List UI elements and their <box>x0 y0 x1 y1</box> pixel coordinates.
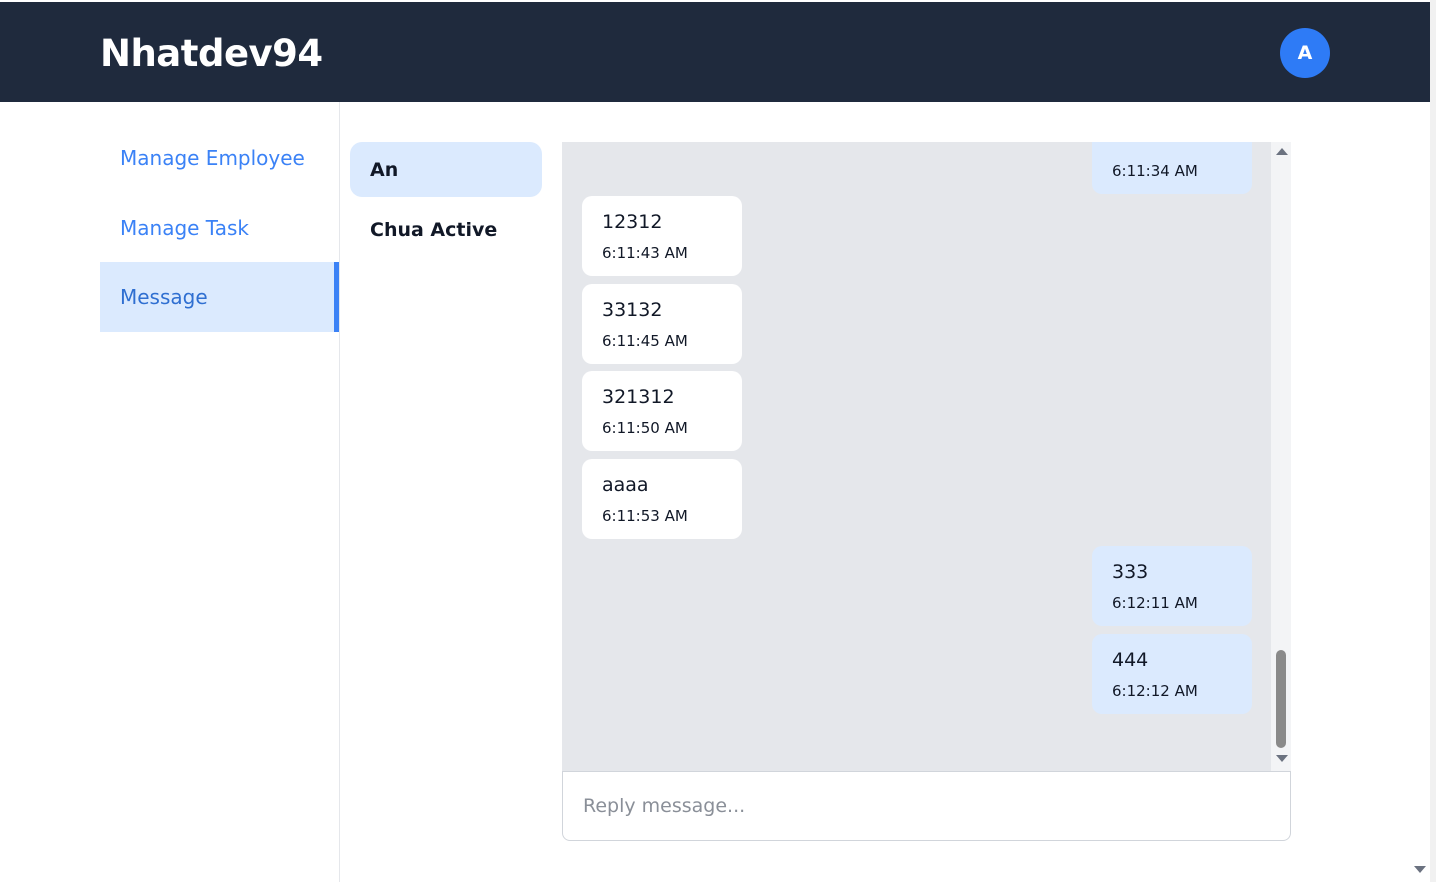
chat-messages-panel[interactable]: 6:11:34 AM 12312 6:11:43 AM 33132 6:11:4… <box>562 142 1291 771</box>
window-scroll-down-icon[interactable] <box>1414 866 1426 873</box>
message-text: 12312 <box>602 211 663 233</box>
message-text: aaaa <box>602 474 649 496</box>
chat-scrollbar[interactable] <box>1271 142 1291 771</box>
message-bubble-outgoing: 6:11:34 AM <box>1092 142 1252 194</box>
message-time: 6:11:50 AM <box>602 419 688 437</box>
scrollbar-thumb[interactable] <box>1276 650 1286 748</box>
message-time: 6:11:53 AM <box>602 507 688 525</box>
sidebar-item-message[interactable]: Message <box>100 262 339 332</box>
message-bubble-incoming: 12312 6:11:43 AM <box>582 196 742 276</box>
scroll-down-arrow-icon[interactable] <box>1276 755 1288 762</box>
message-bubble-incoming: 33132 6:11:45 AM <box>582 284 742 364</box>
message-bubble-outgoing: 444 6:12:12 AM <box>1092 634 1252 714</box>
message-text: 33132 <box>602 299 663 321</box>
user-avatar[interactable]: A <box>1280 28 1330 78</box>
message-text: 444 <box>1112 649 1149 671</box>
message-time: 6:12:12 AM <box>1112 682 1198 700</box>
message-bubble-outgoing: 333 6:12:11 AM <box>1092 546 1252 626</box>
message-bubble-incoming: 321312 6:11:50 AM <box>582 371 742 451</box>
message-bubble-incoming: aaaa 6:11:53 AM <box>582 459 742 539</box>
sidebar-item-manage-employee[interactable]: Manage Employee <box>100 123 339 193</box>
message-text <box>1112 142 1232 158</box>
contact-list: An Chua Active <box>350 142 542 262</box>
reply-message-input[interactable] <box>562 771 1291 841</box>
message-time: 6:11:34 AM <box>1112 162 1198 180</box>
contact-item-an[interactable]: An <box>350 142 542 197</box>
sidebar-item-manage-task[interactable]: Manage Task <box>100 193 339 263</box>
top-header: Nhatdev94 A <box>0 2 1430 102</box>
sidebar: Manage Employee Manage Task Message <box>0 102 340 882</box>
contact-item-chua-active[interactable]: Chua Active <box>350 202 542 257</box>
scroll-up-arrow-icon[interactable] <box>1276 148 1288 155</box>
message-time: 6:12:11 AM <box>1112 594 1198 612</box>
app-root: Nhatdev94 A Manage Employee Manage Task … <box>0 0 1436 882</box>
window-scrollbar[interactable] <box>1430 0 1436 882</box>
message-time: 6:11:45 AM <box>602 332 688 350</box>
message-time: 6:11:43 AM <box>602 244 688 262</box>
message-text: 321312 <box>602 386 675 408</box>
brand-title: Nhatdev94 <box>100 32 323 75</box>
message-text: 333 <box>1112 561 1149 583</box>
